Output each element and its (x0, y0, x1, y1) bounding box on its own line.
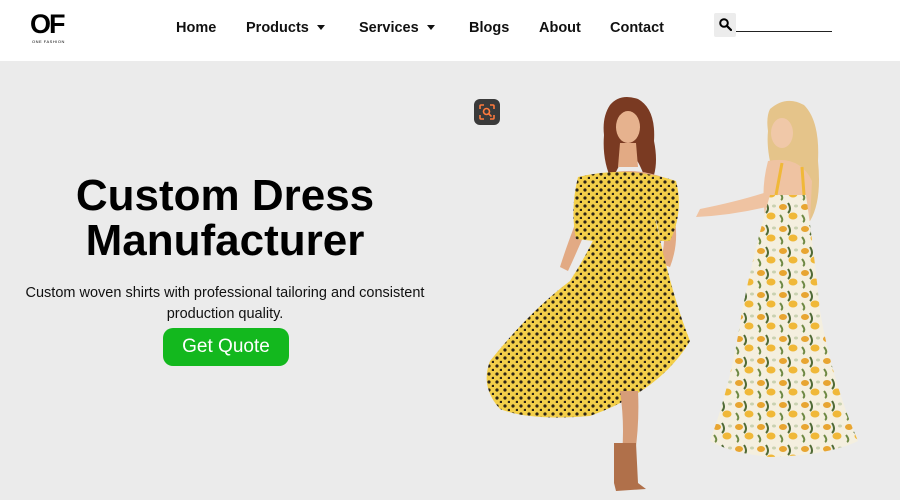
logo-subtext: ONE FASHION (32, 39, 65, 44)
nav-item-label: Products (246, 20, 309, 36)
logo-mark: OF (30, 9, 65, 39)
nav-item-blogs[interactable]: Blogs (469, 18, 509, 38)
nav-item-label: About (539, 20, 581, 36)
search-icon (719, 18, 732, 31)
nav-item-label: Contact (610, 20, 664, 36)
nav-item-about[interactable]: About (539, 18, 581, 38)
nav-item-label: Home (176, 20, 217, 36)
nav-item-contact[interactable]: Contact (610, 18, 664, 38)
chevron-down-icon (316, 24, 325, 30)
chevron-down-icon (426, 24, 435, 30)
hero-section: Custom Dress Manufacturer Custom woven s… (0, 61, 900, 500)
hero-title-line-2: Manufacturer (85, 216, 365, 265)
visual-search-icon (479, 104, 495, 120)
nav-item-home[interactable]: Home (176, 18, 216, 38)
model-floral-dress (696, 100, 858, 457)
model-yellow-dress (486, 97, 690, 491)
search-input[interactable] (736, 31, 832, 32)
nav-item-services[interactable]: Services (359, 18, 435, 38)
hero-title-line-1: Custom Dress (75, 171, 375, 220)
get-quote-button[interactable]: Get Quote (163, 328, 289, 366)
nav-item-products[interactable]: Products (246, 18, 325, 38)
nav-item-label: Services (359, 20, 419, 36)
search-button[interactable] (714, 13, 736, 37)
visual-search-button[interactable] (474, 99, 500, 125)
site-header: OF ONE FASHION Home Products Services Bl… (0, 0, 900, 61)
nav-item-label: Blogs (469, 20, 510, 36)
hero-title: Custom Dress Manufacturer (20, 173, 430, 263)
brand-logo[interactable]: OF ONE FASHION (30, 10, 70, 44)
hero-subtitle: Custom woven shirts with professional ta… (25, 285, 425, 322)
hero-image-models (486, 97, 858, 491)
